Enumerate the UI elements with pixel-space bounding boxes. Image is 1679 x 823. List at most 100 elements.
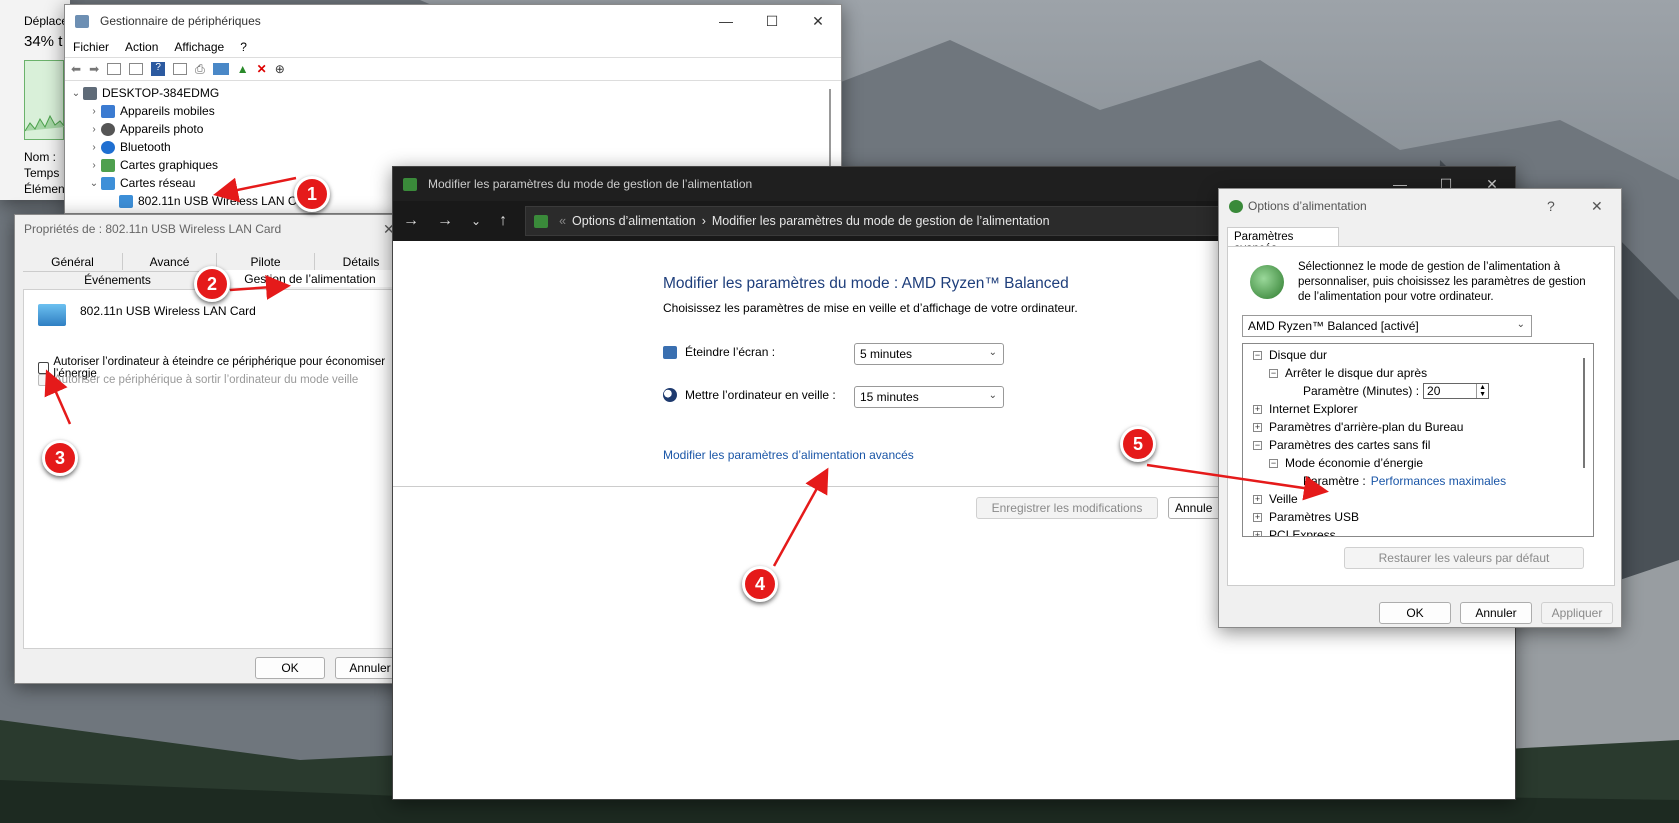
tree-disk-child[interactable]: − Arrêter le disque dur après bbox=[1253, 364, 1593, 382]
maximize-button[interactable]: ☐ bbox=[749, 5, 795, 37]
ok-button[interactable]: OK bbox=[1379, 602, 1451, 624]
tree-ie[interactable]: + Internet Explorer bbox=[1253, 400, 1593, 418]
monitor-icon[interactable] bbox=[212, 63, 229, 75]
tab-advanced-settings[interactable]: Paramètres avancés bbox=[1227, 227, 1339, 255]
tree-pci[interactable]: + PCI Express bbox=[1253, 526, 1593, 536]
allow-turnoff-checkbox[interactable] bbox=[38, 362, 50, 374]
save-button[interactable]: Enregistrer les modifications bbox=[976, 497, 1158, 519]
breadcrumb-power-options[interactable]: Options d’alimentation bbox=[572, 214, 696, 228]
minutes-spinbox[interactable]: 20 ▲ ▼ bbox=[1423, 383, 1490, 399]
chevron-down-icon[interactable]: ⌄ bbox=[471, 214, 481, 228]
print-icon[interactable]: ⎙ bbox=[195, 62, 205, 77]
help-icon[interactable]: ? bbox=[151, 62, 166, 76]
plan-select[interactable]: AMD Ryzen™ Balanced [activé] ⌄ bbox=[1242, 315, 1532, 337]
properties-icon[interactable] bbox=[107, 63, 122, 75]
chevron-down-icon[interactable]: ⌄ bbox=[69, 88, 83, 99]
tab-driver[interactable]: Pilote bbox=[217, 253, 315, 270]
tree-item-camera[interactable]: › Appareils photo bbox=[69, 120, 841, 138]
forward-icon[interactable]: ➡ bbox=[89, 62, 99, 76]
close-icon[interactable]: ✕ bbox=[1591, 198, 1621, 215]
back-icon[interactable]: ⬅ bbox=[71, 62, 81, 76]
tree-item-mobile[interactable]: › Appareils mobiles bbox=[69, 102, 841, 120]
tree-root-label: DESKTOP-384EDMG bbox=[102, 86, 220, 100]
network-icon bbox=[101, 176, 115, 190]
menu-action[interactable]: Action bbox=[125, 40, 158, 54]
cancel-button[interactable]: Annuler bbox=[1460, 602, 1532, 624]
device-header: 802.11n USB Wireless LAN Card bbox=[38, 304, 256, 326]
chevron-right-icon[interactable]: › bbox=[87, 160, 101, 171]
expand-icon[interactable]: + bbox=[1253, 512, 1262, 522]
collapse-icon[interactable]: − bbox=[1269, 368, 1278, 378]
minimize-button[interactable]: — bbox=[703, 5, 749, 37]
ok-button[interactable]: OK bbox=[255, 657, 325, 679]
tree-scrollbar[interactable] bbox=[1583, 358, 1585, 468]
expand-icon[interactable]: + bbox=[1253, 530, 1262, 536]
sleep-select[interactable]: 15 minutes ⌄ bbox=[854, 386, 1004, 408]
callout-2: 2 bbox=[194, 266, 230, 302]
screen-off-select[interactable]: 5 minutes ⌄ bbox=[854, 343, 1004, 365]
up-icon[interactable]: ↑ bbox=[499, 212, 507, 230]
tree-desktop-bg[interactable]: + Paramètres d'arrière-plan du Bureau bbox=[1253, 418, 1593, 436]
callout-4: 4 bbox=[742, 566, 778, 602]
chevron-right-icon[interactable]: › bbox=[87, 124, 101, 135]
add-driver-icon[interactable]: ▲ bbox=[237, 62, 249, 76]
collapse-icon[interactable]: − bbox=[1253, 350, 1262, 360]
tree-label: Paramètres USB bbox=[1269, 510, 1360, 524]
device-manager-titlebar[interactable]: Gestionnaire de périphériques — ☐ ✕ bbox=[65, 5, 841, 37]
tree-wireless-child[interactable]: − Mode économie d’énergie bbox=[1253, 454, 1593, 472]
uninstall-icon[interactable]: ✕ bbox=[257, 62, 267, 76]
network-adapter-icon bbox=[38, 304, 66, 326]
minutes-value[interactable]: 20 bbox=[1424, 384, 1476, 398]
tree-label: Paramètre : bbox=[1303, 474, 1366, 488]
expand-icon[interactable]: + bbox=[1253, 404, 1262, 414]
advanced-settings-link[interactable]: Modifier les paramètres d’alimentation a… bbox=[663, 448, 914, 462]
tree-sleep[interactable]: + Veille bbox=[1253, 490, 1593, 508]
properties-titlebar[interactable]: Propriétés de : 802.11n USB Wireless LAN… bbox=[15, 215, 413, 243]
menu-view[interactable]: Affichage bbox=[174, 40, 224, 54]
expand-icon[interactable]: + bbox=[1253, 422, 1262, 432]
wireless-param-value[interactable]: Performances maximales bbox=[1371, 474, 1506, 488]
apply-button[interactable]: Appliquer bbox=[1541, 602, 1613, 624]
collapse-icon[interactable]: − bbox=[1269, 458, 1278, 468]
help-button[interactable]: ? bbox=[1547, 198, 1591, 214]
menu-file[interactable]: Fichier bbox=[73, 40, 109, 54]
list-icon[interactable] bbox=[173, 63, 188, 75]
plan-subheading: Choisissez les paramètres de mise en vei… bbox=[663, 301, 1078, 315]
tree-wireless[interactable]: − Paramètres des cartes sans fil bbox=[1253, 436, 1593, 454]
close-button[interactable]: ✕ bbox=[795, 5, 841, 37]
restore-defaults-button[interactable]: Restaurer les valeurs par défaut bbox=[1344, 547, 1584, 569]
settings-tree: − Disque dur − Arrêter le disque dur après… bbox=[1242, 343, 1594, 537]
power-options-icon bbox=[1229, 199, 1243, 213]
collapse-icon[interactable]: − bbox=[1253, 440, 1262, 450]
tab-general[interactable]: Général bbox=[23, 253, 123, 270]
update-icon[interactable]: ⊕ bbox=[275, 62, 285, 76]
moon-icon bbox=[663, 388, 677, 402]
control-panel-icon bbox=[534, 214, 549, 228]
tree-root[interactable]: ⌄ DESKTOP-384EDMG bbox=[69, 84, 841, 102]
breadcrumb-edit-plan[interactable]: Modifier les paramètres du mode de gesti… bbox=[712, 214, 1050, 228]
tab-power-management[interactable]: Gestion de l’alimentation bbox=[213, 270, 407, 287]
tab-events[interactable]: Événements bbox=[23, 271, 213, 288]
power-options-titlebar[interactable]: Options d’alimentation ? ✕ bbox=[1219, 189, 1621, 223]
screen-off-label: Éteindre l’écran : bbox=[685, 345, 776, 359]
tree-item-label: Cartes réseau bbox=[120, 176, 196, 190]
tree-disk[interactable]: − Disque dur bbox=[1253, 346, 1593, 364]
chevron-right-icon[interactable]: › bbox=[87, 142, 101, 153]
tree-item-bluetooth[interactable]: › Bluetooth bbox=[69, 138, 841, 156]
tree-label: Disque dur bbox=[1269, 348, 1328, 362]
network-adapter-icon bbox=[119, 194, 133, 208]
spinner-arrows-icon[interactable]: ▲ ▼ bbox=[1476, 384, 1488, 398]
computer-icon bbox=[83, 86, 97, 100]
chevron-right-icon[interactable]: › bbox=[87, 106, 101, 117]
tree-usb[interactable]: + Paramètres USB bbox=[1253, 508, 1593, 526]
percent-label: 34% t bbox=[24, 33, 63, 50]
tree-label: Mode économie d’énergie bbox=[1285, 456, 1424, 470]
view-icon[interactable] bbox=[129, 63, 144, 75]
expand-icon[interactable]: + bbox=[1253, 494, 1262, 504]
menu-help[interactable]: ? bbox=[240, 40, 247, 54]
forward-icon[interactable]: → bbox=[437, 212, 453, 230]
back-icon[interactable]: → bbox=[403, 212, 419, 230]
callout-1: 1 bbox=[294, 176, 330, 212]
chevron-down-icon[interactable]: ⌄ bbox=[87, 178, 101, 189]
menu-bar: Fichier Action Affichage ? bbox=[65, 37, 841, 57]
